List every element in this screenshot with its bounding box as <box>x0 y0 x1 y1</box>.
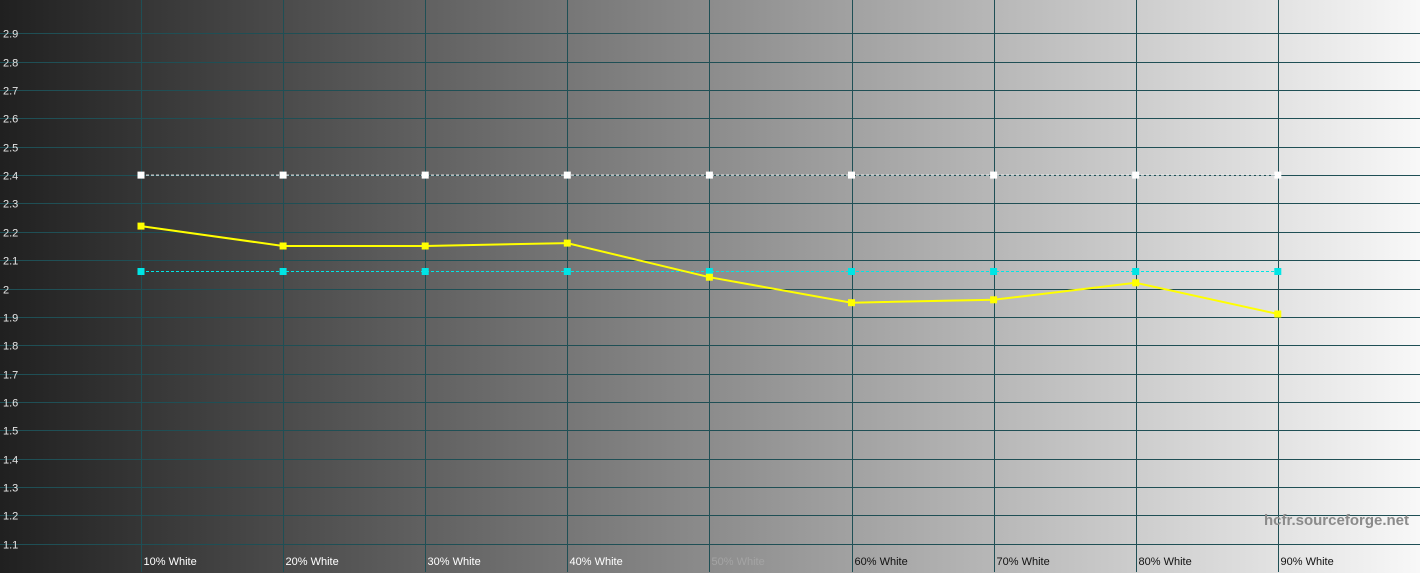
x-tick-label: 70% White <box>997 556 1050 568</box>
data-point-marker <box>990 296 998 304</box>
data-point-marker <box>421 268 429 275</box>
data-point-marker <box>1274 310 1282 318</box>
y-tick-label: 2.8 <box>3 58 18 70</box>
y-tick-label: 1.1 <box>3 540 18 552</box>
y-tick-label: 1.9 <box>3 313 18 325</box>
data-point-marker <box>990 171 998 179</box>
y-tick-label: 2 <box>3 285 9 297</box>
data-point-marker <box>1132 268 1140 275</box>
y-tick-label: 1.2 <box>3 511 18 523</box>
x-tick-label: 60% White <box>855 556 908 568</box>
data-point-marker <box>1274 171 1282 179</box>
y-tick-label: 2.9 <box>3 29 18 41</box>
data-point-marker <box>279 268 287 275</box>
x-tick-label: 80% White <box>1139 556 1192 568</box>
data-point-marker <box>1274 268 1282 275</box>
x-tick-label: 50% White <box>712 556 765 568</box>
x-tick-label: 40% White <box>570 556 623 568</box>
y-tick-label: 1.5 <box>3 426 18 438</box>
data-point-marker <box>848 171 855 179</box>
y-tick-label: 1.3 <box>3 483 18 495</box>
y-tick-label: 2.6 <box>3 114 18 126</box>
y-tick-label: 2.4 <box>3 171 18 183</box>
data-point-marker <box>563 268 571 275</box>
data-point-marker <box>1132 171 1140 179</box>
data-point-marker <box>421 171 429 179</box>
data-point-marker <box>705 273 713 281</box>
data-point-marker <box>563 239 571 247</box>
data-point-marker <box>705 171 713 179</box>
x-tick-labels: 10% White 20% White 30% White 40% White 50% … <box>144 556 1334 568</box>
data-point-marker <box>990 268 998 275</box>
data-point-marker <box>279 242 287 250</box>
x-tick-label: 10% White <box>144 556 197 568</box>
data-point-marker <box>137 171 145 179</box>
x-tick-label: 30% White <box>428 556 481 568</box>
data-point-marker <box>1132 279 1140 287</box>
data-point-marker <box>421 242 429 250</box>
y-tick-label: 2.7 <box>3 86 18 98</box>
y-tick-label: 2.1 <box>3 256 18 268</box>
watermark-text: hcfr.sourceforge.net <box>1264 512 1409 529</box>
data-point-marker <box>848 268 855 275</box>
y-tick-label: 1.4 <box>3 455 18 467</box>
x-tick-label: 20% White <box>286 556 339 568</box>
y-tick-label: 2.5 <box>3 143 18 155</box>
data-point-marker <box>563 171 571 179</box>
y-tick-label: 2.3 <box>3 199 18 211</box>
data-point-marker <box>848 299 855 307</box>
y-tick-label: 2.2 <box>3 228 18 240</box>
y-tick-label: 1.6 <box>3 398 18 410</box>
y-tick-label: 1.7 <box>3 370 18 382</box>
x-tick-label: 90% White <box>1281 556 1334 568</box>
gamma-chart-area: 1.1 1.2 1.3 1.4 1.5 1.6 1.7 1.8 1.9 2 2.1 2.2 2.3 2.4… <box>0 0 1420 573</box>
gamma-chart: 1.1 1.2 1.3 1.4 1.5 1.6 1.7 1.8 1.9 2 2.1 2.2 2.3 2.4… <box>0 0 1420 573</box>
data-point-marker <box>279 171 287 179</box>
data-point-marker <box>137 222 145 230</box>
data-point-marker <box>137 268 145 275</box>
y-tick-label: 1.8 <box>3 341 18 353</box>
